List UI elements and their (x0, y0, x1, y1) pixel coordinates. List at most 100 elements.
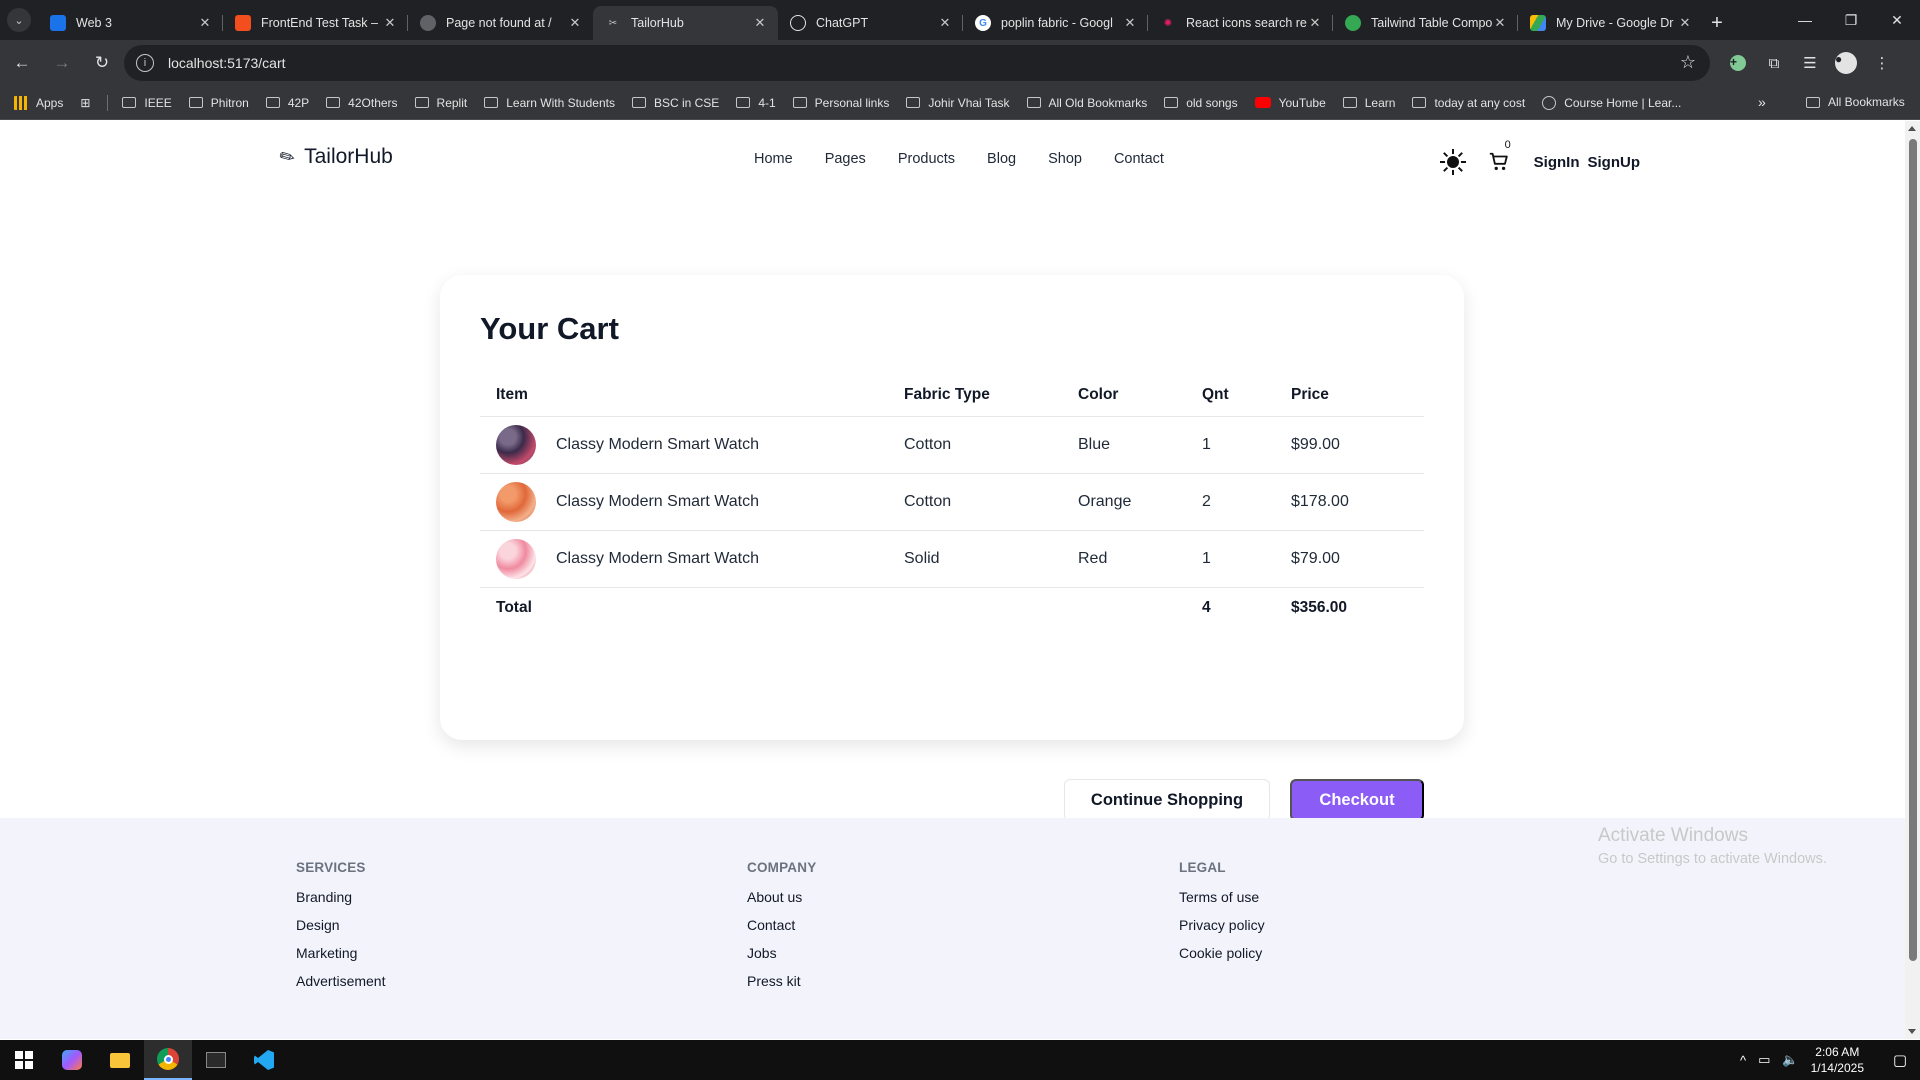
tab-search-button[interactable]: ⌄ (0, 0, 38, 40)
browser-tab[interactable]: ✺ React icons search re ✕ (1148, 6, 1333, 40)
extensions-puzzle-icon[interactable]: ⧉ (1756, 45, 1792, 81)
bookmark-star-icon[interactable]: ☆ (1680, 52, 1696, 73)
nav-home[interactable]: Home (754, 151, 793, 167)
footer-link[interactable]: Terms of use (1179, 889, 1265, 917)
signin-link[interactable]: SignIn (1534, 154, 1580, 171)
signup-link[interactable]: SignUp (1588, 154, 1641, 171)
product-thumbnail[interactable] (496, 481, 536, 522)
continue-shopping-button[interactable]: Continue Shopping (1064, 779, 1270, 821)
bookmark-folder[interactable]: BSC in CSE (631, 96, 719, 110)
scrollbar-thumb[interactable] (1909, 139, 1917, 961)
more-bookmarks-icon[interactable]: » (1758, 94, 1766, 110)
bookmark-folder[interactable]: Johir Vhai Task (906, 96, 1010, 110)
bookmark-link[interactable]: Course Home | Lear... (1542, 95, 1681, 110)
nav-blog[interactable]: Blog (987, 151, 1016, 167)
close-icon[interactable]: ✕ (1307, 15, 1323, 31)
close-icon[interactable]: ✕ (752, 15, 768, 31)
product-thumbnail[interactable] (496, 538, 536, 579)
footer-link[interactable]: Cookie policy (1179, 945, 1265, 973)
header-color: Color (1078, 386, 1119, 404)
footer-link[interactable]: Contact (747, 917, 816, 945)
close-icon[interactable]: ✕ (567, 15, 583, 31)
browser-tab[interactable]: Gpoplin fabric - Googl ✕ (963, 6, 1148, 40)
bookmark-folder[interactable]: Personal links (792, 96, 889, 110)
url-text[interactable]: localhost:5173/cart (168, 55, 286, 71)
browser-tab[interactable]: FrontEnd Test Task – F ✕ (223, 6, 408, 40)
footer-link[interactable]: Press kit (747, 973, 816, 1001)
terminal-taskbar-icon[interactable] (192, 1040, 240, 1080)
browser-tab-active[interactable]: ✂ TailorHub ✕ (593, 6, 778, 40)
start-button[interactable] (0, 1040, 48, 1080)
close-icon[interactable]: ✕ (937, 15, 953, 31)
new-tab-button[interactable]: + (1703, 6, 1731, 40)
bookmark-folder[interactable]: Replit (414, 96, 467, 110)
footer-link[interactable]: About us (747, 889, 816, 917)
kebab-menu-icon[interactable]: ⋮ (1864, 45, 1900, 81)
site-info-icon[interactable]: i (136, 54, 154, 72)
checkout-button[interactable]: Checkout (1290, 779, 1424, 821)
volume-icon[interactable]: 🔈 (1782, 1052, 1798, 1068)
browser-tab[interactable]: My Drive - Google Dr ✕ (1518, 6, 1703, 40)
footer-link[interactable]: Marketing (296, 945, 385, 973)
nav-contact[interactable]: Contact (1114, 151, 1164, 167)
close-icon[interactable]: ✕ (1677, 15, 1693, 31)
restore-icon[interactable]: ❐ (1828, 0, 1874, 40)
vscode-taskbar-icon[interactable] (240, 1040, 288, 1080)
nav-pages[interactable]: Pages (825, 151, 866, 167)
network-icon[interactable]: ▭ (1758, 1052, 1770, 1068)
nav-shop[interactable]: Shop (1048, 151, 1082, 167)
address-bar[interactable]: i localhost:5173/cart ☆ (124, 45, 1710, 81)
close-icon[interactable]: ✕ (197, 15, 213, 31)
media-control-icon[interactable]: ☰ (1792, 45, 1828, 81)
bookmark-folder[interactable]: Learn (1342, 96, 1395, 110)
nav-products[interactable]: Products (898, 151, 955, 167)
scroll-up-icon[interactable] (1908, 126, 1916, 131)
footer-link[interactable]: Advertisement (296, 973, 385, 1001)
chrome-taskbar-icon[interactable] (144, 1040, 192, 1080)
notification-icon[interactable]: ▢ (1880, 1040, 1920, 1080)
bookmark-folder[interactable]: 42P (265, 96, 309, 110)
bookmark-folder[interactable]: Phitron (188, 96, 249, 110)
page-scrollbar[interactable] (1905, 121, 1920, 1039)
bookmark-folder[interactable]: All Old Bookmarks (1026, 96, 1147, 110)
product-thumbnail[interactable] (496, 424, 536, 465)
minimize-icon[interactable]: — (1782, 0, 1828, 40)
bookmark-folder[interactable]: 4-1 (736, 96, 776, 110)
bookmark-youtube[interactable]: YouTube (1254, 96, 1326, 110)
all-bookmarks-button[interactable]: All Bookmarks (1806, 95, 1905, 109)
close-icon[interactable]: ✕ (1492, 15, 1508, 31)
footer-link[interactable]: Privacy policy (1179, 917, 1265, 945)
profile-avatar-icon[interactable]: ● (1828, 45, 1864, 81)
reload-icon[interactable]: ↻ (84, 45, 120, 81)
close-icon[interactable]: ✕ (1122, 15, 1138, 31)
site-logo[interactable]: ✎ TailorHub (276, 144, 393, 169)
scroll-down-icon[interactable] (1908, 1029, 1916, 1034)
bookmark-apps[interactable]: Apps (14, 95, 63, 110)
copilot-taskbar-icon[interactable] (48, 1040, 96, 1080)
forward-arrow-icon[interactable]: → (44, 45, 80, 81)
close-icon[interactable]: ✕ (382, 15, 398, 31)
tab-groups-button[interactable]: ⊞ (80, 96, 90, 110)
extension-green-icon[interactable]: + (1720, 45, 1756, 81)
file-explorer-icon[interactable] (96, 1040, 144, 1080)
bookmark-folder[interactable]: old songs (1164, 96, 1238, 110)
bookmark-folder[interactable]: Learn With Students (484, 96, 615, 110)
close-window-icon[interactable]: ✕ (1874, 0, 1920, 40)
bookmark-folder[interactable]: 42Others (326, 96, 398, 110)
total-price: $356.00 (1291, 586, 1424, 629)
browser-tab[interactable]: ChatGPT ✕ (778, 6, 963, 40)
footer-link[interactable]: Branding (296, 889, 385, 917)
bookmark-folder[interactable]: today at any cost (1412, 96, 1525, 110)
browser-tab[interactable]: Page not found at / ✕ (408, 6, 593, 40)
browser-tab[interactable]: Web 3 ✕ (38, 6, 223, 40)
back-arrow-icon[interactable]: ← (4, 45, 40, 81)
footer-link[interactable]: Design (296, 917, 385, 945)
color-cell: Red (1078, 529, 1202, 587)
bookmark-folder[interactable]: IEEE (122, 96, 172, 110)
footer-link[interactable]: Jobs (747, 945, 816, 973)
theme-toggle-sun-icon[interactable] (1439, 149, 1466, 175)
browser-tab[interactable]: Tailwind Table Compo ✕ (1333, 6, 1518, 40)
chevron-up-icon[interactable]: ^ (1740, 1053, 1746, 1068)
taskbar-clock[interactable]: 2:06 AM 1/14/2025 (1811, 1044, 1864, 1076)
cart-button[interactable]: 0 (1488, 139, 1511, 173)
